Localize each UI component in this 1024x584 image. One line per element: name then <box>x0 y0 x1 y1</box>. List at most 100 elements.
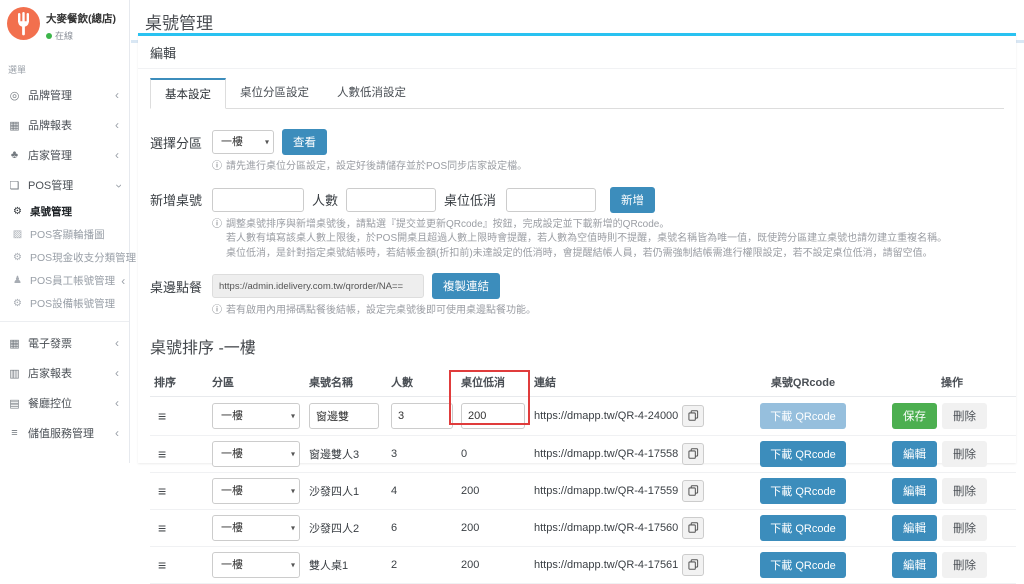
bars-icon: ≡ <box>8 427 21 439</box>
image-icon: ▨ <box>11 229 24 240</box>
download-qrcode-button[interactable]: 下載 QRcode <box>760 515 845 541</box>
people-label: 人數 <box>312 190 338 209</box>
copy-row-link-button[interactable] <box>682 517 704 539</box>
new-table-people-input[interactable] <box>346 188 436 212</box>
chevron-left-icon: ‹ <box>115 336 121 350</box>
table-icon: ▦ <box>8 119 21 132</box>
view-button[interactable]: 查看 <box>282 129 327 155</box>
chevron-left-icon: ‹ <box>115 426 121 440</box>
sidebar-item-pos-device-account[interactable]: ⚙ POS設備帳號管理 <box>0 292 129 315</box>
chevron-left-icon: ‹ <box>115 148 121 162</box>
drag-handle-icon[interactable]: ≡ <box>154 483 166 499</box>
info-icon: ⓘ <box>212 304 222 318</box>
card-title: 編輯 <box>138 36 1016 69</box>
table-name: 沙發四人2 <box>305 509 387 546</box>
section-title: 桌號排序 -一樓 <box>150 334 1004 358</box>
save-button[interactable]: 保存 <box>892 403 937 429</box>
sidebar-item-e-invoice[interactable]: ▦ 電子發票 ‹ <box>0 328 129 358</box>
desktop-icon: ❏ <box>8 179 21 192</box>
add-button[interactable]: 新增 <box>610 187 655 213</box>
download-qrcode-button[interactable]: 下載 QRcode <box>760 403 845 429</box>
brand-name: 大麥餐飲(總店) <box>46 11 116 26</box>
add-table-label: 新增桌號 <box>150 190 204 209</box>
table-minimum: 0 <box>457 435 530 472</box>
zone-select[interactable]: 一樓 ▾ <box>212 130 274 154</box>
sidebar-item-pos-carousel[interactable]: ▨ POS客顯輪播圖 <box>0 223 129 246</box>
user-icon: ♟ <box>11 275 24 286</box>
table-row: ≡ 一樓 ▾ 沙發四人2 6 200 https://dmapp.tw/QR-4… <box>150 509 1016 546</box>
drag-handle-icon[interactable]: ≡ <box>154 446 166 462</box>
sidebar-item-store-reports[interactable]: ▥ 店家報表 ‹ <box>0 358 129 388</box>
header-link: 連結 <box>530 368 678 397</box>
row-people-input[interactable] <box>391 403 453 429</box>
add-hint-2: ⓘ 若人數有填寫該桌人數上限後，於POS開桌且超過人數上限時會提醒，若人數為空值… <box>212 232 1004 246</box>
row-name-input[interactable] <box>309 403 379 429</box>
copy-icon <box>688 559 699 570</box>
sidebar-item-brand-reports[interactable]: ▦ 品牌報表 ‹ <box>0 110 129 140</box>
online-dot-icon <box>46 33 52 39</box>
new-table-minimum-input[interactable] <box>506 188 596 212</box>
copy-icon <box>688 410 699 421</box>
header-zone: 分區 <box>208 368 305 397</box>
edit-card: 編輯 基本設定 桌位分區設定 人數低消設定 選擇分區 一樓 ▾ 查看 ⓘ 請先進… <box>138 33 1016 463</box>
qrorder-label: 桌邊點餐 <box>150 277 204 296</box>
table-link: https://dmapp.tw/QR-4-24000 <box>534 410 678 422</box>
sidebar-item-restaurant-seating[interactable]: ▤ 餐廳控位 ‹ <box>0 388 129 418</box>
copy-row-link-button[interactable] <box>682 480 704 502</box>
drag-handle-icon[interactable]: ≡ <box>154 520 166 536</box>
copy-row-link-button[interactable] <box>682 443 704 465</box>
sidebar-item-pos-management[interactable]: ❏ POS管理 ‹ <box>0 170 129 200</box>
edit-button[interactable]: 編輯 <box>892 515 937 541</box>
copy-icon <box>688 448 699 459</box>
table-row: ≡ 一樓 ▾ 沙發四人1 4 200 https://dmapp.tw/QR-4… <box>150 472 1016 509</box>
edit-button[interactable]: 編輯 <box>892 552 937 578</box>
download-qrcode-button[interactable]: 下載 QRcode <box>760 478 845 504</box>
tab-zone-settings[interactable]: 桌位分區設定 <box>226 78 323 109</box>
row-zone-select[interactable]: 一樓 ▾ <box>212 552 300 578</box>
new-table-name-input[interactable] <box>212 188 304 212</box>
row-minimum-input[interactable] <box>461 403 525 429</box>
header-sort: 排序 <box>150 368 208 397</box>
download-qrcode-button[interactable]: 下載 QRcode <box>760 552 845 578</box>
table-link: https://dmapp.tw/QR-4-17559 <box>534 485 678 497</box>
add-hint-3: ⓘ 桌位低消，是針對指定桌號結帳時，若結帳金額(折扣前)未達設定的低消時，會提醒… <box>212 247 1004 261</box>
info-icon: ⓘ <box>212 218 222 232</box>
delete-button[interactable]: 刪除 <box>942 552 987 578</box>
tab-basic-settings[interactable]: 基本設定 <box>150 78 226 109</box>
tab-minimum-settings[interactable]: 人數低消設定 <box>323 78 420 109</box>
copy-row-link-button[interactable] <box>682 405 704 427</box>
brand-status-label: 在線 <box>55 29 73 42</box>
table-row-editing: ≡ 一樓 ▾ https://dmapp.tw/QR-4-24000 <box>150 396 1016 435</box>
table-name: 窗邊雙人3 <box>305 435 387 472</box>
sidebar-item-store-management[interactable]: ♣ 店家管理 ‹ <box>0 140 129 170</box>
delete-button[interactable]: 刪除 <box>942 515 987 541</box>
row-zone-select[interactable]: 一樓 ▾ <box>212 478 300 504</box>
zone-select-input[interactable]: 一樓 <box>212 130 274 154</box>
form-area: 選擇分區 一樓 ▾ 查看 ⓘ 請先進行桌位分區設定，設定好後請儲存並於POS同步… <box>138 109 1016 358</box>
table-people: 2 <box>387 546 457 583</box>
row-zone-select[interactable]: 一樓 ▾ <box>212 403 300 429</box>
sidebar-item-stored-value-service[interactable]: ≡ 儲值服務管理 ‹ <box>0 418 129 448</box>
drag-handle-icon[interactable]: ≡ <box>154 408 166 424</box>
page-title: 桌號管理 <box>145 9 1014 34</box>
brand-logo-icon <box>7 7 40 45</box>
edit-button[interactable]: 編輯 <box>892 478 937 504</box>
table-link: https://dmapp.tw/QR-4-17560 <box>534 522 678 534</box>
chevron-left-icon: ‹ <box>121 274 127 288</box>
chevron-left-icon: ‹ <box>115 88 121 102</box>
table-minimum: 200 <box>457 509 530 546</box>
chevron-left-icon: ‹ <box>115 366 121 380</box>
delete-button[interactable]: 刪除 <box>942 478 987 504</box>
sidebar-item-pos-staff-account[interactable]: ♟ POS員工帳號管理 ‹ <box>0 269 129 292</box>
copy-row-link-button[interactable] <box>682 554 704 576</box>
drag-handle-icon[interactable]: ≡ <box>154 557 166 573</box>
table-link: https://dmapp.tw/QR-4-17558 <box>534 448 678 460</box>
divider <box>0 321 129 322</box>
delete-button[interactable]: 刪除 <box>942 403 987 429</box>
row-zone-select[interactable]: 一樓 ▾ <box>212 515 300 541</box>
copy-link-button[interactable]: 複製連結 <box>432 273 500 299</box>
add-hint-1: ⓘ 調整桌號排序與新增桌號後，請點選『提交並更新QRcode』按鈕，完成設定並下… <box>212 218 1004 232</box>
sidebar-item-brand-management[interactable]: ◎ 品牌管理 ‹ <box>0 80 129 110</box>
sidebar-item-table-number-management[interactable]: ⚙ 桌號管理 <box>0 200 129 223</box>
sidebar-item-pos-cash-category[interactable]: ⚙ POS現金收支分類管理 <box>0 246 129 269</box>
